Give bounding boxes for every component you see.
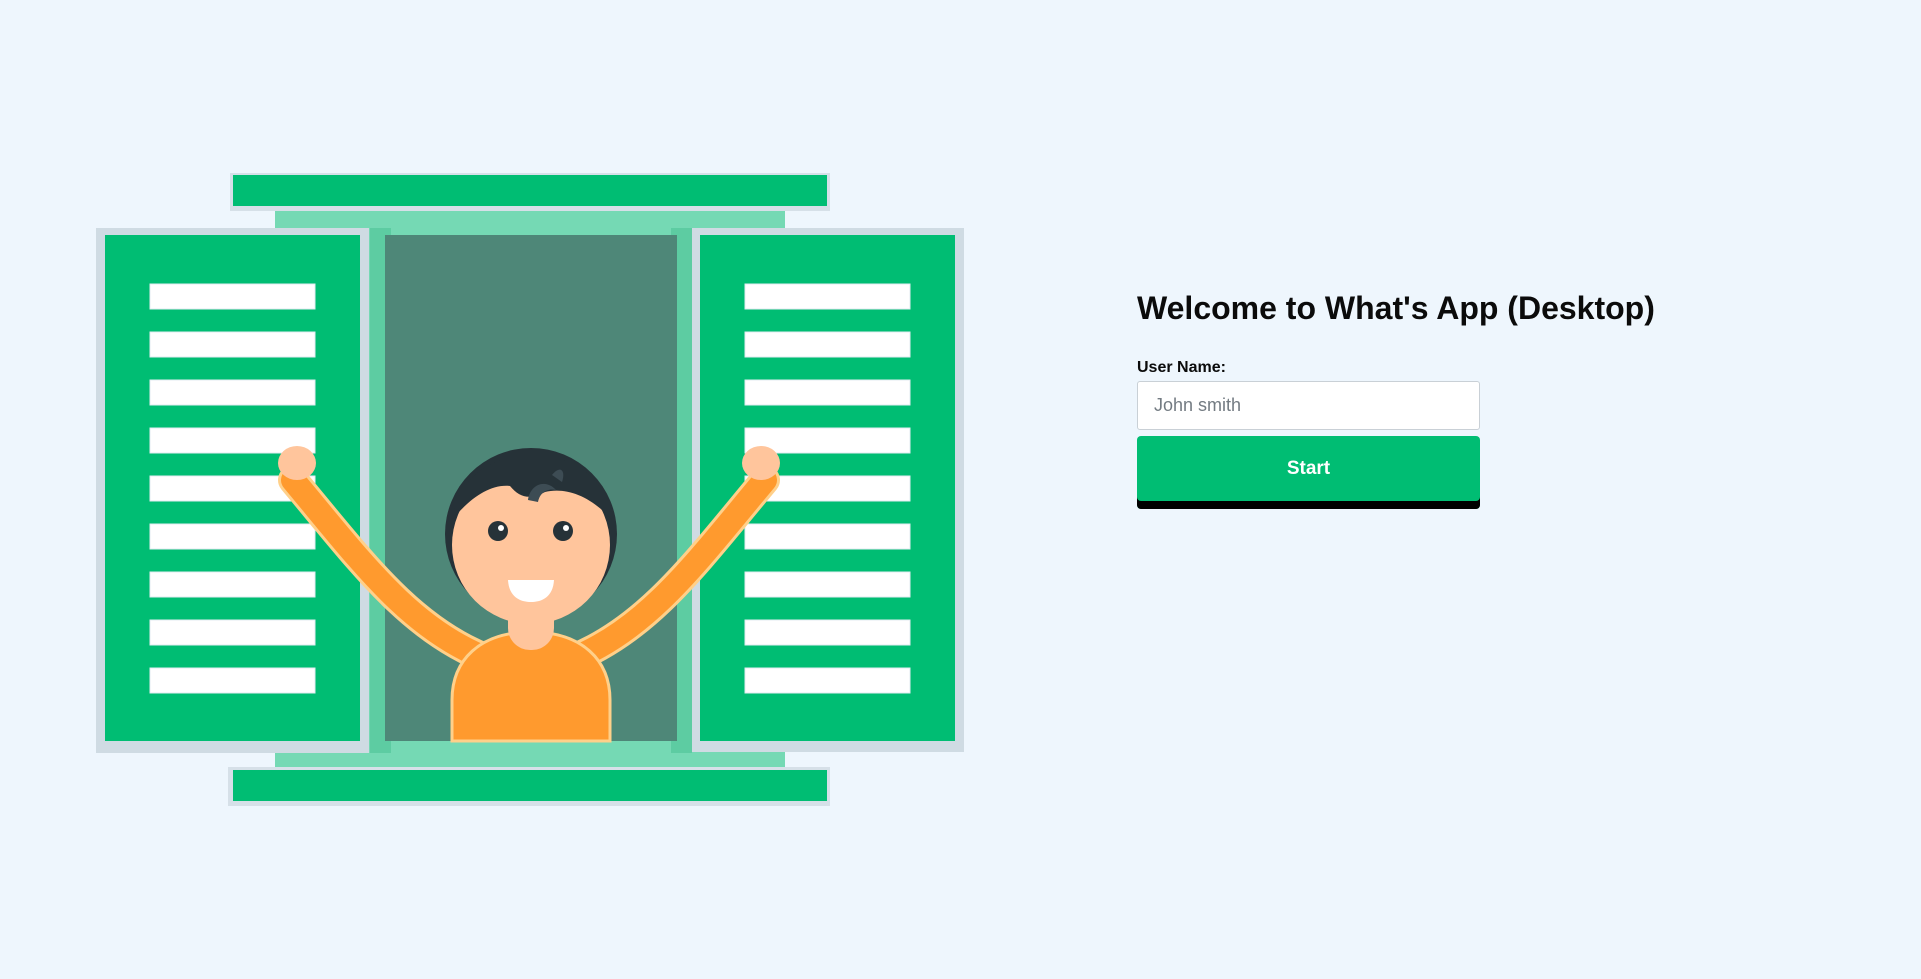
start-button[interactable]: Start	[1137, 436, 1480, 509]
right-shutter	[700, 235, 955, 741]
left-shutter	[105, 235, 360, 741]
username-label: User Name:	[1137, 359, 1226, 376]
page-title: Welcome to What's App (Desktop)	[1137, 290, 1655, 326]
welcome-illustration	[96, 173, 964, 806]
login-panel: Welcome to What's App (Desktop) User Nam…	[1137, 286, 1697, 509]
username-input[interactable]	[1137, 381, 1480, 430]
